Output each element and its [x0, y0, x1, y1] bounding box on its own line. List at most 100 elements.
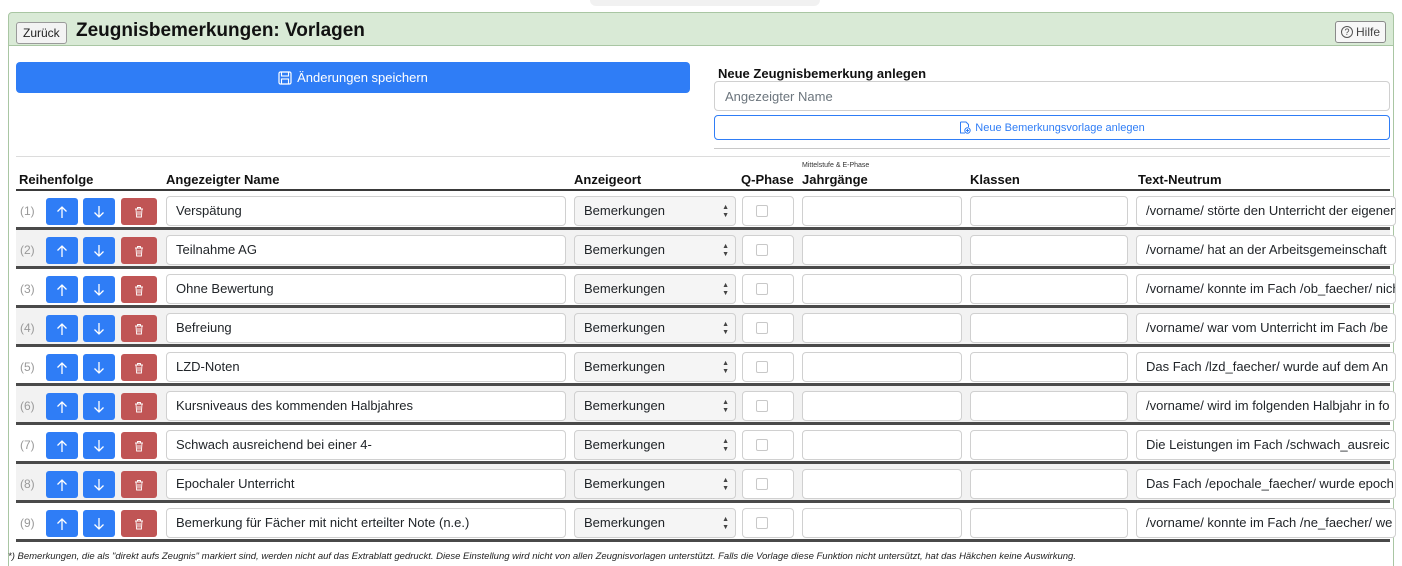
years-input[interactable]: [802, 469, 962, 499]
select-arrows-icon: ▲ ▼: [722, 282, 729, 297]
name-input[interactable]: Verspätung: [166, 196, 566, 226]
location-select[interactable]: Bemerkungen ▲ ▼: [574, 391, 736, 421]
years-input[interactable]: [802, 508, 962, 538]
move-up-button[interactable]: [46, 237, 78, 264]
arrow-up-icon: [57, 322, 67, 335]
qphase-checkbox[interactable]: [756, 517, 768, 529]
text-neutral-input[interactable]: /vorname/ hat an der Arbeitsgemeinschaft: [1136, 235, 1396, 265]
name-input[interactable]: Ohne Bewertung: [166, 274, 566, 304]
new-name-input[interactable]: [714, 81, 1390, 111]
name-input[interactable]: Epochaler Unterricht: [166, 469, 566, 499]
name-input[interactable]: LZD-Noten: [166, 352, 566, 382]
new-entry-heading: Neue Zeugnisbemerkung anlegen: [718, 66, 927, 81]
name-input[interactable]: Schwach ausreichend bei einer 4-: [166, 430, 566, 460]
location-select[interactable]: Bemerkungen ▲ ▼: [574, 352, 736, 382]
location-select[interactable]: Bemerkungen ▲ ▼: [574, 313, 736, 343]
classes-input[interactable]: [970, 469, 1128, 499]
delete-button[interactable]: [121, 354, 157, 381]
help-button[interactable]: ? Hilfe: [1334, 21, 1386, 43]
location-select[interactable]: Bemerkungen ▲ ▼: [574, 235, 736, 265]
qphase-cell: [742, 352, 794, 382]
text-neutral-input[interactable]: /vorname/ konnte im Fach /ob_faecher/ ni…: [1136, 274, 1396, 304]
delete-button[interactable]: [121, 198, 157, 225]
move-up-button[interactable]: [46, 471, 78, 498]
years-input[interactable]: [802, 196, 962, 226]
row-number: (6): [20, 399, 35, 413]
text-neutral-input[interactable]: Die Leistungen im Fach /schwach_ausreic: [1136, 430, 1396, 460]
name-input[interactable]: Teilnahme AG: [166, 235, 566, 265]
move-down-button[interactable]: [83, 198, 115, 225]
move-down-button[interactable]: [83, 237, 115, 264]
years-input[interactable]: [802, 274, 962, 304]
move-down-button[interactable]: [83, 393, 115, 420]
classes-input[interactable]: [970, 391, 1128, 421]
text-neutral-input[interactable]: /vorname/ wird im folgenden Halbjahr in …: [1136, 391, 1396, 421]
location-value: Bemerkungen: [584, 320, 665, 335]
qphase-checkbox[interactable]: [756, 361, 768, 373]
classes-input[interactable]: [970, 313, 1128, 343]
move-up-button[interactable]: [46, 315, 78, 342]
classes-input[interactable]: [970, 508, 1128, 538]
years-input[interactable]: [802, 235, 962, 265]
qphase-checkbox[interactable]: [756, 205, 768, 217]
trash-icon: [135, 362, 143, 373]
classes-input[interactable]: [970, 235, 1128, 265]
name-input[interactable]: Bemerkung für Fächer mit nicht erteilter…: [166, 508, 566, 538]
move-up-button[interactable]: [46, 432, 78, 459]
new-template-button[interactable]: Neue Bemerkungsvorlage anlegen: [714, 115, 1390, 140]
classes-input[interactable]: [970, 196, 1128, 226]
col-header-qphase: Q-Phase: [741, 172, 794, 187]
text-neutral-input[interactable]: /vorname/ konnte im Fach /ne_faecher/ we: [1136, 508, 1396, 538]
location-select[interactable]: Bemerkungen ▲ ▼: [574, 508, 736, 538]
name-input[interactable]: Kursniveaus des kommenden Halbjahres: [166, 391, 566, 421]
delete-button[interactable]: [121, 276, 157, 303]
qphase-checkbox[interactable]: [756, 322, 768, 334]
back-button[interactable]: Zurück: [16, 22, 67, 44]
delete-button[interactable]: [121, 510, 157, 537]
location-select[interactable]: Bemerkungen ▲ ▼: [574, 469, 736, 499]
move-up-button[interactable]: [46, 510, 78, 537]
col-header-years-note: Mittelstufe & E-Phase: [802, 162, 870, 169]
text-neutral-input[interactable]: /vorname/ störte den Unterricht der eige…: [1136, 196, 1396, 226]
delete-button[interactable]: [121, 432, 157, 459]
move-up-button[interactable]: [46, 276, 78, 303]
classes-input[interactable]: [970, 430, 1128, 460]
location-select[interactable]: Bemerkungen ▲ ▼: [574, 196, 736, 226]
move-down-button[interactable]: [83, 432, 115, 459]
move-down-button[interactable]: [83, 510, 115, 537]
move-up-button[interactable]: [46, 198, 78, 225]
trash-icon: [135, 206, 143, 217]
name-input[interactable]: Befreiung: [166, 313, 566, 343]
qphase-checkbox[interactable]: [756, 478, 768, 490]
move-down-button[interactable]: [83, 471, 115, 498]
qphase-checkbox[interactable]: [756, 244, 768, 256]
years-input[interactable]: [802, 313, 962, 343]
years-input[interactable]: [802, 391, 962, 421]
move-down-button[interactable]: [83, 315, 115, 342]
arrow-up-icon: [57, 517, 67, 530]
qphase-checkbox[interactable]: [756, 439, 768, 451]
move-up-button[interactable]: [46, 354, 78, 381]
table-row: (4) Befreiung Bemerkungen ▲ ▼ /vorname/ war v…: [16, 308, 1396, 347]
qphase-checkbox[interactable]: [756, 400, 768, 412]
delete-button[interactable]: [121, 393, 157, 420]
qphase-checkbox[interactable]: [756, 283, 768, 295]
text-neutral-input[interactable]: Das Fach /lzd_faecher/ wurde auf dem An: [1136, 352, 1396, 382]
move-up-button[interactable]: [46, 393, 78, 420]
delete-button[interactable]: [121, 237, 157, 264]
classes-input[interactable]: [970, 352, 1128, 382]
years-input[interactable]: [802, 352, 962, 382]
years-input[interactable]: [802, 430, 962, 460]
delete-button[interactable]: [121, 471, 157, 498]
qphase-cell: [742, 313, 794, 343]
divider: [16, 156, 1390, 157]
save-button[interactable]: Änderungen speichern: [16, 62, 690, 93]
move-down-button[interactable]: [83, 276, 115, 303]
text-neutral-input[interactable]: /vorname/ war vom Unterricht im Fach /be: [1136, 313, 1396, 343]
classes-input[interactable]: [970, 274, 1128, 304]
move-down-button[interactable]: [83, 354, 115, 381]
location-select[interactable]: Bemerkungen ▲ ▼: [574, 274, 736, 304]
delete-button[interactable]: [121, 315, 157, 342]
location-select[interactable]: Bemerkungen ▲ ▼: [574, 430, 736, 460]
text-neutral-input[interactable]: Das Fach /epochale_faecher/ wurde epoch: [1136, 469, 1396, 499]
